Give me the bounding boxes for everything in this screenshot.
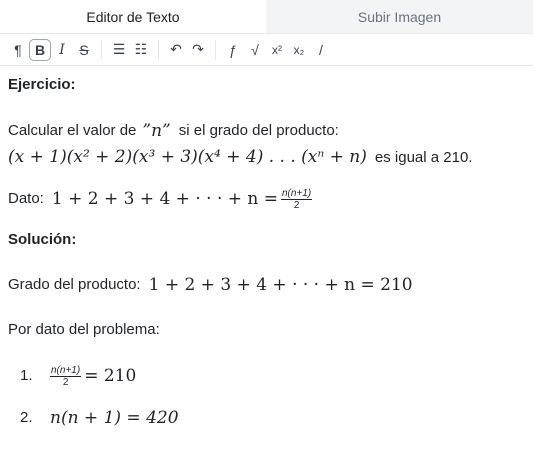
editor-toolbar: ¶ B I S ☰ ☷ ↶ ↷ ƒ √ x² x₂ / <box>0 34 533 66</box>
slash-icon[interactable]: / <box>310 39 332 61</box>
tab-subir-imagen[interactable]: Subir Imagen <box>266 0 533 33</box>
list-item: 2. n(n + 1) = 420 <box>8 401 525 435</box>
ordered-list-icon[interactable]: ☷ <box>130 39 152 61</box>
editor-content[interactable]: Ejercicio: Calcular el valor de ”n” si e… <box>0 66 533 435</box>
strikethrough-icon[interactable]: S <box>73 39 95 61</box>
dato-label: Dato: <box>8 190 44 208</box>
statement-text2: si el grado del producto: <box>178 122 339 140</box>
toolbar-divider <box>215 39 216 60</box>
product-line: (x + 1)(x² + 2)(x³ + 3)(x⁴ + 4) . . . (x… <box>8 147 525 167</box>
product-expression: (x + 1)(x² + 2)(x³ + 3)(x⁴ + 4) . . . (x… <box>8 147 367 168</box>
toolbar-divider <box>101 39 102 60</box>
product-tail: es igual a 210. <box>374 148 473 166</box>
dato-frac-denominator: 2 <box>293 199 300 211</box>
grado-label: Grado del producto: <box>8 275 141 293</box>
dato-line: Dato: 1 + 2 + 3 + 4 + · · · + n = n(n+1)… <box>8 188 525 211</box>
dato-frac-numerator: n(n+1) <box>281 187 313 200</box>
italic-icon[interactable]: I <box>51 39 73 61</box>
bullet-list-icon[interactable]: ☰ <box>108 39 130 61</box>
subscript-icon[interactable]: x₂ <box>288 39 310 61</box>
grado-line: Grado del producto: 1 + 2 + 3 + 4 + · · … <box>8 275 525 295</box>
dato-fraction: n(n+1) 2 <box>281 187 313 211</box>
list-item-number: 1. <box>20 367 33 385</box>
ejercicio-heading: Ejercicio: <box>8 76 76 93</box>
sqrt-icon[interactable]: √ <box>244 39 266 61</box>
toolbar-divider <box>158 39 159 60</box>
paragraph-icon[interactable]: ¶ <box>7 39 29 61</box>
item2-expression: n(n + 1) = 420 <box>50 407 179 428</box>
item1-frac-denominator: 2 <box>62 376 69 388</box>
item1-fraction: n(n+1) 2 <box>50 364 82 388</box>
statement-line: Calcular el valor de ”n” si el grado del… <box>8 121 525 141</box>
statement-var: ”n” <box>142 121 171 141</box>
list-item: 1. n(n+1) 2 = 210 <box>8 359 525 393</box>
statement-text: Calcular el valor de <box>8 122 137 140</box>
redo-icon[interactable]: ↷ <box>187 39 209 61</box>
solucion-heading: Solución: <box>8 230 77 248</box>
undo-icon[interactable]: ↶ <box>165 39 187 61</box>
list-item-number: 2. <box>20 409 33 427</box>
tab-bar: Editor de Texto Subir Imagen <box>0 0 533 34</box>
grado-expression: 1 + 2 + 3 + 4 + · · · + n = 210 <box>148 274 413 295</box>
por-dato-text: Por dato del problema: <box>8 321 160 339</box>
item1-frac-numerator: n(n+1) <box>50 364 82 377</box>
bold-icon[interactable]: B <box>29 38 51 61</box>
tab-editor-de-texto[interactable]: Editor de Texto <box>0 0 266 33</box>
item1-rest: = 210 <box>84 365 137 386</box>
function-icon[interactable]: ƒ <box>222 39 244 61</box>
dato-expression: 1 + 2 + 3 + 4 + · · · + n = <box>51 189 278 210</box>
superscript-icon[interactable]: x² <box>266 39 288 61</box>
ordered-list: 1. n(n+1) 2 = 210 2. n(n + 1) = 420 <box>8 359 525 435</box>
